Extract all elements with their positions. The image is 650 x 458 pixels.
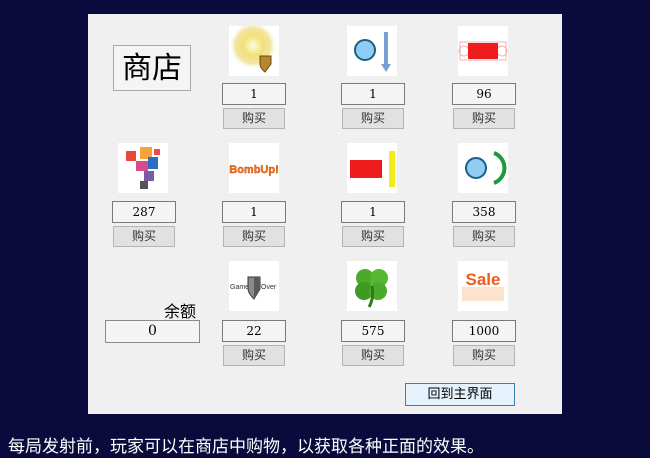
- buy-button[interactable]: 购买: [342, 226, 404, 247]
- caption: 每局发射前，玩家可以在商店中购物，以获取各种正面的效果。: [8, 437, 484, 457]
- item-count-field[interactable]: 22: [222, 320, 286, 342]
- buy-button[interactable]: 购买: [342, 108, 404, 129]
- bombup-text: BombUp!: [229, 164, 279, 176]
- red-paddle-icon: [458, 26, 508, 76]
- item-count-field[interactable]: 96: [452, 83, 516, 105]
- four-leaf-clover-icon: [347, 261, 397, 311]
- ball-green-arc-icon: [458, 143, 508, 193]
- buy-button[interactable]: 购买: [113, 226, 175, 247]
- balance-field: 0: [105, 320, 200, 343]
- item-count-field[interactable]: 358: [452, 201, 516, 223]
- item-count-field[interactable]: 1000: [452, 320, 516, 342]
- buy-button[interactable]: 购买: [453, 108, 515, 129]
- bombup-icon: BombUp!: [229, 143, 279, 193]
- buy-button[interactable]: 购买: [223, 108, 285, 129]
- buy-button[interactable]: 购买: [223, 226, 285, 247]
- item-count-field[interactable]: 1: [341, 201, 405, 223]
- shop-title: 商店: [113, 45, 191, 91]
- balance-label: 余额: [164, 302, 197, 321]
- over-text: Over: [261, 284, 277, 291]
- item-count-field[interactable]: 1: [341, 83, 405, 105]
- sale-icon: Sale: [458, 261, 508, 311]
- color-blocks-icon: [118, 143, 168, 193]
- item-count-field[interactable]: 575: [341, 320, 405, 342]
- item-count-field[interactable]: 1: [222, 83, 286, 105]
- sale-text: Sale: [466, 270, 501, 289]
- game-over-shield-icon: Game Over: [229, 261, 279, 311]
- explosion-shield-icon: [229, 26, 279, 76]
- item-count-field[interactable]: 1: [222, 201, 286, 223]
- buy-button[interactable]: 购买: [453, 226, 515, 247]
- red-block-yellow-bar-icon: [347, 143, 397, 193]
- buy-button[interactable]: 购买: [342, 345, 404, 366]
- buy-button[interactable]: 购买: [453, 345, 515, 366]
- back-to-main-button[interactable]: 回到主界面: [405, 383, 515, 406]
- item-count-field[interactable]: 287: [112, 201, 176, 223]
- ball-arrow-down-icon: [347, 26, 397, 76]
- buy-button[interactable]: 购买: [223, 345, 285, 366]
- game-text: Game: [230, 284, 249, 291]
